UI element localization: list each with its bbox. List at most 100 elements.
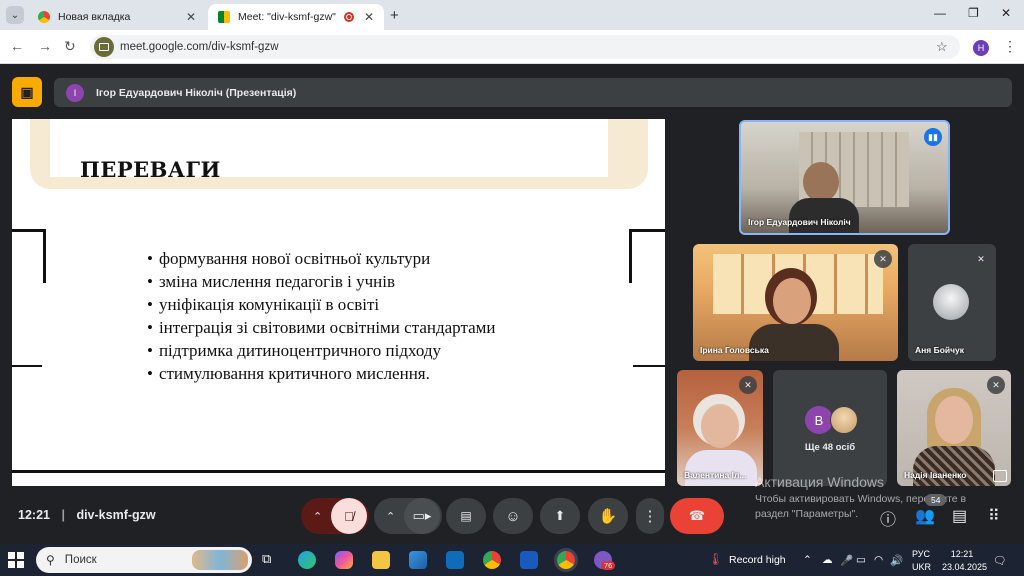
- captions-button[interactable]: ▤: [446, 498, 486, 534]
- edge-icon[interactable]: [298, 551, 316, 569]
- search-highlight-image: [192, 550, 248, 570]
- chrome-profile-icon[interactable]: [557, 551, 575, 569]
- tab-search-button[interactable]: ⌄: [6, 6, 24, 24]
- activation-watermark-title: Активация Windows: [755, 474, 885, 490]
- task-view-icon[interactable]: ⧉: [262, 551, 280, 569]
- others-tile[interactable]: В Ще 48 осіб: [773, 370, 887, 486]
- participant-name: Аня Бойчук: [915, 345, 965, 355]
- chat-icon[interactable]: ▤: [952, 506, 967, 526]
- camera-site-icon[interactable]: [94, 37, 114, 57]
- participants-count-badge: 54: [925, 494, 947, 506]
- copilot-icon[interactable]: [335, 551, 353, 569]
- url-text: meet.google.com/div-ksmf-gzw: [120, 41, 279, 53]
- meeting-time-code: 12:21 | div-ksmf-gzw: [18, 508, 156, 522]
- close-window-icon[interactable]: ✕: [1001, 6, 1011, 20]
- camera-toggle-button[interactable]: ▭▸: [404, 498, 440, 534]
- windows-start-icon[interactable]: [8, 552, 24, 568]
- taskbar-search[interactable]: ⚲ Поиск: [36, 547, 252, 573]
- avatar: [933, 284, 969, 320]
- person-body: [913, 446, 995, 486]
- list-item: інтеграція зі світовими освітніми станда…: [147, 316, 496, 339]
- presenter-avatar: І: [66, 83, 84, 102]
- mic-off-icon: ✕: [972, 250, 990, 268]
- tab-new-tab[interactable]: Новая вкладка ✕: [28, 4, 206, 30]
- others-count-label: Ще 48 осіб: [804, 442, 856, 453]
- browser-tab-bar: ⌄ Новая вкладка ✕ Meet: "div-ksmf-gzw" ✕…: [0, 0, 1024, 30]
- system-clock[interactable]: 12:21 23.04.2025: [942, 548, 987, 574]
- chevron-up-icon: ⌃: [386, 510, 396, 523]
- slide-bracket-left-bottom: [12, 365, 42, 367]
- slide-bracket-left-top: [12, 229, 46, 283]
- present-screen-icon: ⬆: [554, 508, 566, 523]
- captions-icon: ▤: [460, 509, 472, 523]
- mic-off-icon: ✕: [874, 250, 892, 268]
- restore-icon[interactable]: ❐: [968, 6, 979, 20]
- file-explorer-icon[interactable]: [372, 551, 390, 569]
- profile-avatar[interactable]: H: [973, 40, 989, 56]
- notifications-icon[interactable]: 🗨: [993, 554, 1006, 567]
- minimize-icon[interactable]: —: [934, 6, 946, 20]
- forward-icon[interactable]: →: [38, 38, 52, 54]
- tray-overflow-icon[interactable]: ⌃: [803, 554, 812, 566]
- meet-control-bar: 12:21 | div-ksmf-gzw ⌃ 🎙̸ ⌃ ▭▸ ▤ ☺ ⬆ ✋ ⋮…: [0, 494, 1024, 540]
- activities-icon[interactable]: ⠿: [988, 506, 1000, 526]
- presenter-bar: І Ігор Едуардович Ніколіч (Презентація): [54, 78, 1012, 107]
- mic-off-icon: ✕: [739, 376, 757, 394]
- more-options-button[interactable]: ⋮: [636, 498, 664, 534]
- volume-icon[interactable]: 🔊: [890, 554, 903, 567]
- slide-bracket-right-top: [629, 229, 665, 283]
- participant-tile[interactable]: ✕ Надія Іваненко: [897, 370, 1011, 486]
- participant-tile[interactable]: ✕ Валентина Іл...: [677, 370, 763, 486]
- browser-menu-icon[interactable]: ⋮: [1003, 38, 1017, 55]
- list-item: стимулювання критичного мислення.: [147, 362, 495, 385]
- tab-title: Meet: "div-ksmf-gzw": [238, 11, 336, 23]
- participant-tile[interactable]: ✕ Ірина Головська: [693, 244, 898, 361]
- chevron-up-icon: ⌃: [313, 510, 323, 523]
- person-face: [773, 278, 811, 324]
- url-field[interactable]: meet.google.com/div-ksmf-gzw: [90, 35, 960, 59]
- list-item: формування нової освітньої культури: [147, 247, 495, 270]
- language-indicator[interactable]: РУС UKR: [912, 548, 931, 574]
- tab-meet[interactable]: Meet: "div-ksmf-gzw" ✕: [208, 4, 384, 30]
- outlook-icon[interactable]: [446, 551, 464, 569]
- new-tab-button[interactable]: +: [390, 7, 399, 24]
- onedrive-icon[interactable]: ☁: [822, 554, 833, 566]
- chrome-icon[interactable]: [483, 551, 501, 569]
- back-icon[interactable]: ←: [10, 38, 24, 54]
- slide-bracket-right-bottom: [633, 365, 665, 367]
- camera-icon: ▭▸: [412, 508, 432, 523]
- store-icon[interactable]: [409, 551, 427, 569]
- slide-bottom-rule: [12, 470, 665, 473]
- presentation-slide: ПЕРЕВАГИ формування нової освітньої куль…: [12, 119, 665, 486]
- close-icon[interactable]: ✕: [364, 10, 374, 24]
- raise-hand-button[interactable]: ✋: [588, 498, 628, 534]
- mic-tray-icon[interactable]: 🎤: [840, 554, 853, 567]
- reactions-button[interactable]: ☺: [493, 498, 533, 534]
- people-icon[interactable]: 👥: [915, 506, 935, 526]
- battery-icon[interactable]: ▭: [856, 554, 866, 566]
- mic-toggle-button[interactable]: 🎙̸: [331, 498, 367, 534]
- thermometer-icon: 🌡: [708, 552, 724, 566]
- word-icon[interactable]: [520, 551, 538, 569]
- weather-text[interactable]: Record high: [729, 554, 786, 566]
- search-icon: ⚲: [46, 553, 55, 567]
- bookmark-star-icon[interactable]: ☆: [936, 39, 948, 55]
- meeting-details-icon[interactable]: ⓘ: [880, 506, 896, 530]
- leave-call-button[interactable]: ☎: [670, 498, 724, 534]
- present-button[interactable]: ⬆: [540, 498, 580, 534]
- participant-tile[interactable]: ✕ Аня Бойчук: [908, 244, 996, 361]
- person-face: [935, 396, 973, 444]
- list-item: зміна мислення педагогів і учнів: [147, 270, 495, 293]
- meet-icon: [218, 11, 230, 23]
- person-body: [685, 450, 757, 486]
- person-face: [701, 404, 739, 448]
- speaking-indicator-icon: ▮▮: [924, 128, 942, 146]
- pip-icon[interactable]: [993, 470, 1007, 482]
- wifi-icon[interactable]: ◠: [874, 554, 883, 566]
- meeting-info-icon[interactable]: ▣: [12, 77, 42, 107]
- list-item: підтримка дитиноцентричного підходу: [147, 339, 495, 362]
- close-icon[interactable]: ✕: [186, 10, 196, 24]
- reload-icon[interactable]: ↻: [64, 38, 76, 55]
- participant-tile-speaker[interactable]: ▮▮ Ігор Едуардович Ніколіч: [739, 120, 950, 235]
- tab-title: Новая вкладка: [58, 11, 131, 23]
